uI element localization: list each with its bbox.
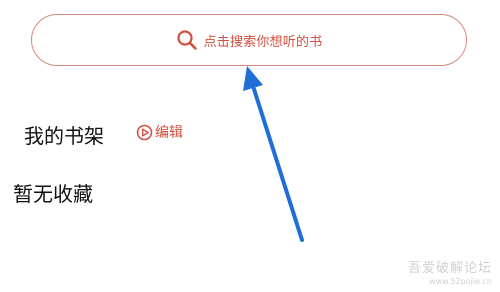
edit-button[interactable]: 编辑 — [136, 122, 183, 142]
watermark-url: www.52pojie.cn — [429, 276, 492, 286]
watermark: 吾爱破解论坛 www.52pojie.cn — [407, 260, 492, 286]
search-placeholder: 点击搜索你想听的书 — [203, 34, 323, 50]
shelf-title: 我的书架 — [24, 124, 104, 148]
annotation-arrow-head — [243, 66, 263, 91]
watermark-text: 吾爱破解论坛 — [407, 260, 492, 276]
search-icon — [176, 29, 198, 51]
edit-label: 编辑 — [155, 125, 183, 141]
annotation-arrow-shaft — [251, 84, 304, 242]
search-bar[interactable]: 点击搜索你想听的书 — [31, 14, 467, 66]
empty-favorites-text: 暂无收藏 — [13, 182, 93, 206]
play-circle-icon — [136, 124, 153, 141]
